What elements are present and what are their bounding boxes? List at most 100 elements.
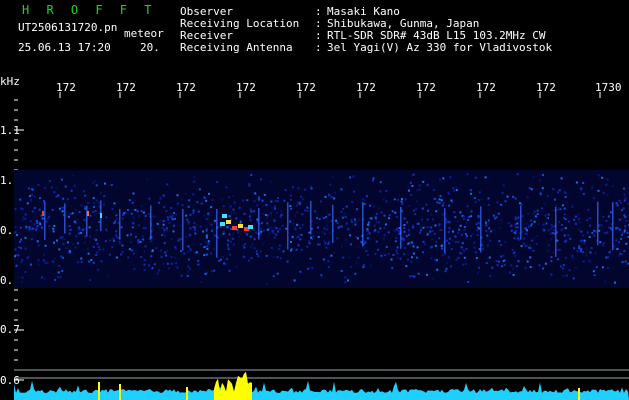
noise-dot <box>14 255 17 258</box>
noise-dot <box>128 248 131 251</box>
noise-dot <box>233 201 236 204</box>
noise-dot <box>620 217 623 220</box>
noise-dot <box>605 256 608 259</box>
noise-dot <box>342 207 345 210</box>
noise-dot <box>564 218 567 221</box>
meteor-echo <box>42 211 44 216</box>
noise-dot <box>208 192 210 195</box>
noise-dot <box>477 215 480 218</box>
noise-dot <box>131 226 134 229</box>
noise-dot <box>410 260 413 263</box>
noise-dot <box>59 276 62 278</box>
noise-dot <box>164 251 167 254</box>
noise-dot <box>306 209 309 212</box>
noise-dot <box>368 221 370 224</box>
noise-dot <box>152 228 154 231</box>
noise-dot <box>317 226 319 229</box>
noise-dot <box>350 220 353 223</box>
noise-dot <box>589 217 592 220</box>
noise-dot <box>96 251 99 254</box>
noise-dot <box>300 233 303 236</box>
noise-dot <box>66 247 69 250</box>
noise-dot <box>535 243 538 246</box>
noise-dot <box>593 229 596 232</box>
noise-dot <box>385 189 388 192</box>
signal-streak <box>444 208 446 253</box>
noise-dot <box>506 195 509 198</box>
noise-dot <box>558 220 561 223</box>
noise-dot <box>562 274 565 277</box>
noise-dot <box>103 195 106 197</box>
noise-dot <box>514 232 517 235</box>
meteor-echo <box>232 226 237 230</box>
noise-dot <box>187 222 190 225</box>
noise-dot <box>385 245 388 248</box>
noise-dot <box>532 212 535 215</box>
noise-dot <box>561 204 564 207</box>
noise-dot <box>108 253 111 256</box>
noise-dot <box>467 281 470 283</box>
noise-dot <box>122 213 124 216</box>
noise-dot <box>473 197 476 200</box>
noise-dot <box>31 188 34 191</box>
noise-dot <box>594 252 597 254</box>
noise-dot <box>83 219 86 222</box>
noise-dot <box>574 215 577 218</box>
noise-dot <box>383 214 386 217</box>
noise-dot <box>422 240 425 243</box>
noise-dot <box>166 249 169 252</box>
noise-dot <box>551 232 554 234</box>
noise-dot <box>261 222 263 225</box>
noise-dot <box>457 240 460 243</box>
noise-dot <box>52 227 55 230</box>
noise-dot <box>412 224 415 227</box>
noise-dot <box>64 185 67 188</box>
noise-dot <box>89 214 92 217</box>
noise-dot <box>401 198 403 200</box>
noise-dot <box>143 259 146 262</box>
noise-dot <box>250 210 253 213</box>
noise-dot <box>553 229 556 232</box>
noise-dot <box>517 235 519 238</box>
noise-dot <box>537 223 540 226</box>
noise-dot <box>81 228 84 231</box>
noise-dot <box>84 228 87 231</box>
noise-dot <box>318 218 321 221</box>
noise-dot <box>475 257 478 260</box>
noise-dot <box>170 206 173 209</box>
noise-dot <box>55 195 58 198</box>
noise-dot <box>504 241 506 243</box>
noise-dot <box>103 203 105 206</box>
noise-dot <box>120 253 122 256</box>
noise-dot <box>335 219 338 222</box>
noise-dot <box>327 266 330 269</box>
noise-dot <box>134 235 137 238</box>
noise-dot <box>582 192 585 195</box>
noise-dot <box>60 178 63 181</box>
noise-dot <box>133 268 136 271</box>
noise-dot <box>165 227 168 230</box>
noise-dot <box>444 270 447 273</box>
noise-dot <box>68 250 71 253</box>
noise-dot <box>159 197 162 200</box>
noise-dot <box>88 260 91 263</box>
noise-dot <box>395 249 398 252</box>
noise-dot <box>275 227 278 230</box>
noise-dot <box>29 220 32 223</box>
noise-dot <box>205 244 208 247</box>
noise-dot <box>456 220 459 223</box>
noise-dot <box>226 244 229 247</box>
noise-dot <box>265 254 268 257</box>
noise-dot <box>211 270 213 273</box>
noise-dot <box>321 276 323 279</box>
noise-dot <box>280 257 282 260</box>
noise-dot <box>34 227 36 230</box>
signal-streak <box>64 203 66 234</box>
noise-dot <box>373 224 376 227</box>
noise-dot <box>143 269 146 272</box>
noise-dot <box>599 241 602 244</box>
noise-dot <box>155 247 158 250</box>
noise-dot <box>248 215 251 218</box>
noise-dot <box>150 255 153 258</box>
noise-dot <box>593 197 596 200</box>
